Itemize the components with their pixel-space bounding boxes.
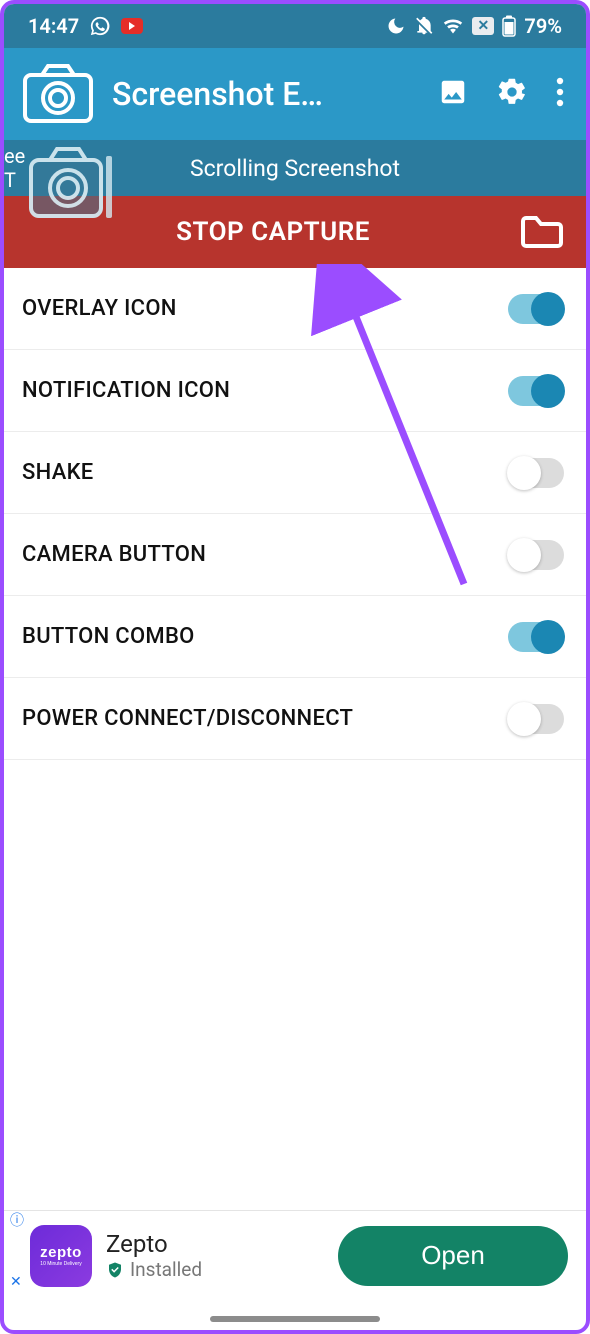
setting-label: SHAKE [22, 460, 508, 485]
ad-app-name: Zepto [106, 1230, 338, 1258]
setting-label: NOTIFICATION ICON [22, 378, 508, 403]
settings-icon[interactable] [496, 76, 528, 112]
toggle-switch[interactable] [508, 458, 564, 488]
ad-close-icon[interactable]: ✕ [10, 1274, 24, 1290]
ad-app-icon[interactable]: zepto 10 Minute Delivery [30, 1225, 92, 1287]
ad-status: Installed [106, 1258, 338, 1281]
battery-percent: 79% [524, 14, 562, 38]
settings-list: OVERLAY ICON NOTIFICATION ICON SHAKE CAMERA… [4, 268, 586, 760]
app-title: Screenshot E… [112, 75, 438, 113]
toggle-switch[interactable] [508, 622, 564, 652]
toggle-switch[interactable] [508, 294, 564, 324]
wifi-icon [442, 16, 464, 36]
setting-row[interactable]: POWER CONNECT/DISCONNECT [4, 678, 586, 760]
youtube-icon [121, 18, 143, 34]
camera-logo-icon [22, 63, 94, 125]
setting-row[interactable]: CAMERA BUTTON [4, 514, 586, 596]
more-icon[interactable] [556, 77, 564, 111]
moon-icon [386, 16, 406, 36]
floating-camera-overlay-icon[interactable] [28, 146, 114, 222]
setting-row[interactable]: SHAKE [4, 432, 586, 514]
setting-label: POWER CONNECT/DISCONNECT [22, 706, 508, 731]
setting-label: CAMERA BUTTON [22, 542, 508, 567]
ad-banner[interactable]: ⓘ ✕ zepto 10 Minute Delivery Zepto Insta… [4, 1210, 586, 1300]
signal-nobox-icon: ✕ [472, 17, 494, 35]
status-time: 14:47 [28, 14, 79, 38]
setting-row[interactable]: NOTIFICATION ICON [4, 350, 586, 432]
battery-icon [502, 15, 516, 37]
bell-off-icon [414, 16, 434, 36]
toggle-switch[interactable] [508, 704, 564, 734]
ad-info-icon[interactable]: ⓘ [10, 1210, 24, 1230]
ad-open-button[interactable]: Open [338, 1226, 568, 1286]
setting-label: OVERLAY ICON [22, 296, 508, 321]
toggle-switch[interactable] [508, 540, 564, 570]
status-bar: 14:47 ✕ 79% [4, 4, 586, 48]
check-shield-icon [106, 1261, 124, 1279]
toggle-switch[interactable] [508, 376, 564, 406]
setting-row[interactable]: BUTTON COMBO [4, 596, 586, 678]
setting-label: BUTTON COMBO [22, 624, 508, 649]
gesture-bar [210, 1316, 380, 1322]
folder-icon[interactable] [520, 215, 564, 249]
app-bar: Screenshot E… [4, 48, 586, 140]
image-icon[interactable] [438, 77, 468, 111]
whatsapp-icon [89, 15, 111, 37]
tab-scrolling-screenshot[interactable]: Scrolling Screenshot [190, 155, 400, 182]
setting-row[interactable]: OVERLAY ICON [4, 268, 586, 350]
